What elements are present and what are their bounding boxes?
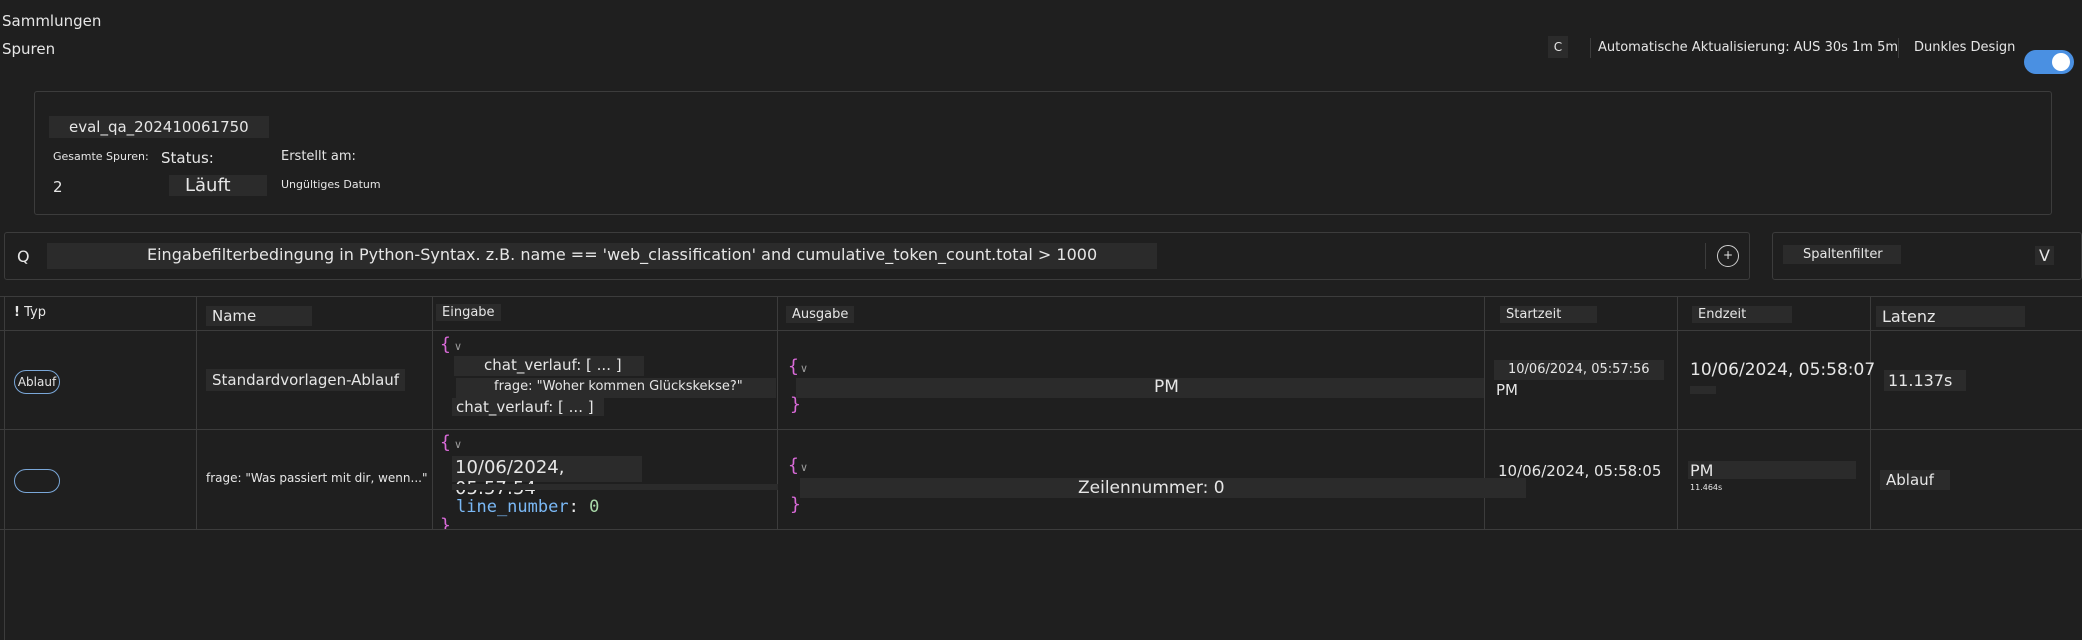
- brace-open: {: [788, 356, 799, 377]
- auto-refresh-label: Automatische Aktualisierung:: [1598, 40, 1790, 55]
- status-value: Läuft: [169, 175, 267, 196]
- chevron-down-icon[interactable]: ∨: [454, 438, 462, 451]
- input-line: chat_verlauf: [ ... ]: [452, 398, 604, 416]
- auto-refresh-off[interactable]: AUS: [1794, 40, 1821, 55]
- auto-refresh-30s[interactable]: 30s: [1825, 40, 1848, 55]
- latency: Ablauf: [1880, 470, 1950, 490]
- header-name[interactable]: Name: [206, 306, 313, 326]
- filter-bar: Q Eingabefilterbedingung in Python-Synta…: [4, 232, 1750, 280]
- input-line: chat_verlauf: [ ... ]: [454, 356, 644, 376]
- auto-refresh-1m[interactable]: 1m: [1852, 40, 1873, 55]
- auto-refresh-5m[interactable]: 5m: [1877, 40, 1898, 55]
- column-filter[interactable]: Spaltenfilter V: [1772, 232, 2082, 280]
- refresh-icon[interactable]: C: [1548, 36, 1568, 58]
- brace-open: {: [440, 432, 451, 453]
- header-type[interactable]: ! Typ: [14, 305, 46, 320]
- total-traces-label: Gesamte Spuren:: [53, 150, 149, 163]
- header-end[interactable]: Endzeit: [1692, 306, 1793, 323]
- total-traces-value: 2: [53, 178, 63, 196]
- start-time-pm: PM: [1496, 381, 1518, 399]
- created-label: Erstellt am:: [281, 149, 356, 164]
- output-text: PM: [1154, 377, 1179, 397]
- auto-refresh[interactable]: Automatische Aktualisierung: AUS 30s 1m …: [1598, 40, 1898, 55]
- run-name: eval_qa_202410061750: [49, 116, 269, 138]
- chevron-down-icon[interactable]: ∨: [800, 362, 808, 375]
- output-summary: PM: [796, 377, 1484, 398]
- start-time: 10/06/2024, 05:57:56: [1494, 360, 1664, 380]
- row-name[interactable]: Standardvorlagen-Ablauf: [206, 369, 406, 391]
- filter-input[interactable]: Eingabefilterbedingung in Python-Syntax.…: [47, 243, 1157, 269]
- dark-design-label: Dunkles Design: [1914, 40, 2016, 55]
- brace-open: {: [440, 334, 451, 355]
- column-filter-label: Spaltenfilter: [1783, 245, 1901, 264]
- search-icon: Q: [17, 247, 30, 266]
- end-time: 10/06/2024, 05:58:07: [1690, 360, 1876, 380]
- brace-close: }: [790, 494, 801, 515]
- chevron-down-icon[interactable]: ∨: [454, 340, 462, 353]
- brace-open: {: [788, 455, 799, 476]
- reset-filter-icon[interactable]: +: [1717, 245, 1739, 267]
- run-card: eval_qa_202410061750 Gesamte Spuren: 2 S…: [34, 91, 2052, 215]
- status-label: Status:: [161, 149, 214, 167]
- input-date: 10/06/2024, 05:57:54: [452, 456, 642, 499]
- chevron-down-icon: V: [2035, 246, 2054, 265]
- input-line: frage: "Woher kommen Glückskekse?": [456, 378, 776, 398]
- output-summary: Zeilennummer: 0: [800, 478, 1526, 498]
- brace-partial: }: [440, 515, 451, 529]
- chevron-down-icon[interactable]: ∨: [800, 461, 808, 474]
- start-time: 10/06/2024, 05:58:05: [1498, 462, 1662, 480]
- row-name[interactable]: frage: "Was passiert mit dir, wenn...": [206, 471, 427, 485]
- type-badge[interactable]: Ablauf: [14, 370, 60, 394]
- traces-title: Spuren: [2, 40, 56, 58]
- created-value: Ungültiges Datum: [281, 178, 381, 191]
- end-time: PM: [1688, 461, 1856, 480]
- type-badge[interactable]: [14, 469, 60, 493]
- input-preview: [452, 484, 778, 490]
- collections-link[interactable]: Sammlungen: [2, 12, 101, 30]
- end-time-sub: 11.464s: [1690, 483, 1723, 492]
- end-time-sub: [1690, 386, 1716, 394]
- latency: 11.137s: [1884, 370, 1967, 391]
- dark-design-toggle[interactable]: [2024, 50, 2074, 74]
- header-input[interactable]: Eingabe: [436, 304, 501, 321]
- toggle-knob: [2052, 53, 2070, 71]
- header-start[interactable]: Startzeit: [1500, 306, 1598, 323]
- output-text: Zeilennummer: 0: [1078, 478, 1225, 498]
- header-output[interactable]: Ausgabe: [786, 306, 855, 323]
- input-code-line: line_number: 0: [456, 497, 600, 517]
- header-latency[interactable]: Latenz: [1876, 306, 2026, 327]
- brace-close: }: [790, 394, 801, 415]
